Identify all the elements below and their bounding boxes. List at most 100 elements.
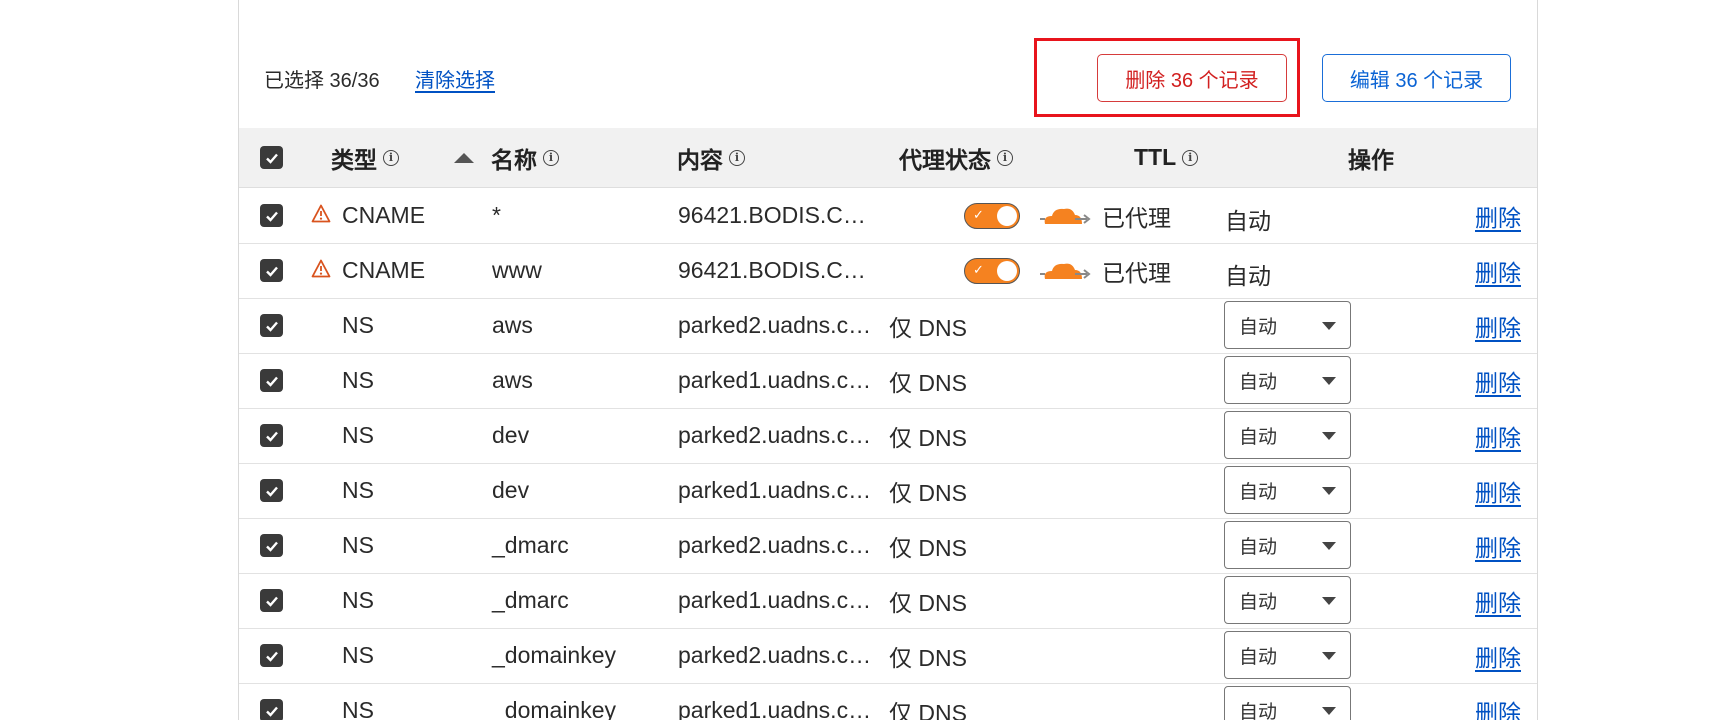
proxy-status: 仅 DNS — [889, 298, 967, 353]
ttl-value: 自动 — [1225, 246, 1271, 301]
info-icon: i — [543, 150, 559, 166]
proxy-toggle[interactable]: ✓ — [964, 203, 1020, 229]
ttl-select-value: 自动 — [1239, 642, 1277, 669]
col-action-header: 操作 — [1348, 128, 1394, 187]
row-checkbox[interactable] — [260, 369, 283, 392]
table-row: NSdevparked1.uadns.c…仅 DNS自动删除 — [239, 463, 1537, 519]
row-checkbox[interactable] — [260, 314, 283, 337]
row-checkbox[interactable] — [260, 259, 283, 282]
record-content: 96421.BODIS.C… — [678, 188, 866, 243]
col-content-label: 内容 — [677, 141, 723, 175]
row-delete-link[interactable]: 删除 — [1475, 243, 1521, 298]
proxy-status: 已代理 — [1102, 188, 1171, 243]
chevron-down-icon — [1322, 377, 1336, 385]
record-content: parked2.uadns.c… — [678, 628, 871, 683]
col-type-header[interactable]: 类型 i — [331, 128, 399, 187]
clear-selection-link[interactable]: 清除选择 — [415, 64, 495, 93]
ttl-select[interactable]: 自动 — [1224, 576, 1351, 624]
record-content: parked2.uadns.c… — [678, 408, 871, 463]
record-type: NS — [342, 518, 374, 573]
bulk-edit-button[interactable]: 编辑 36 个记录 — [1322, 54, 1511, 102]
col-action-label: 操作 — [1348, 141, 1394, 175]
chevron-down-icon — [1322, 707, 1336, 715]
record-name: www — [492, 243, 542, 298]
warning-icon[interactable] — [311, 204, 331, 228]
row-delete-link[interactable]: 删除 — [1475, 353, 1521, 408]
record-type: NS — [342, 353, 374, 408]
selection-count: 已选择 36/36 — [264, 64, 380, 93]
record-type: CNAME — [342, 188, 425, 243]
row-delete-link[interactable]: 删除 — [1475, 408, 1521, 463]
row-delete-link[interactable]: 删除 — [1475, 518, 1521, 573]
row-delete-link[interactable]: 删除 — [1475, 573, 1521, 628]
ttl-select-value: 自动 — [1239, 312, 1277, 339]
row-checkbox[interactable] — [260, 424, 283, 447]
record-content: parked1.uadns.c… — [678, 463, 871, 518]
row-checkbox[interactable] — [260, 589, 283, 612]
record-content: parked1.uadns.c… — [678, 353, 871, 408]
proxy-status: 仅 DNS — [889, 463, 967, 518]
row-checkbox[interactable] — [260, 534, 283, 557]
record-type: NS — [342, 573, 374, 628]
table-row: NS aws parked1.uadns.c… 仅 DNS 自动 删除 — [239, 353, 1537, 409]
proxy-toggle[interactable]: ✓ — [964, 258, 1020, 284]
proxy-status: 仅 DNS — [889, 353, 967, 408]
cloud-proxied-icon — [1039, 257, 1091, 288]
record-name: aws — [492, 353, 533, 408]
record-content: 96421.BODIS.C… — [678, 243, 866, 298]
col-proxy-label: 代理状态 — [899, 141, 991, 175]
chevron-down-icon — [1322, 597, 1336, 605]
record-name: aws — [492, 298, 533, 353]
proxy-status: 仅 DNS — [889, 573, 967, 628]
col-content-header: 内容 i — [677, 128, 745, 187]
proxy-status: 仅 DNS — [889, 683, 967, 720]
record-type: CNAME — [342, 243, 425, 298]
cloud-proxied-icon — [1039, 202, 1091, 233]
record-name: _dmarc — [492, 518, 569, 573]
info-icon: i — [997, 150, 1013, 166]
info-icon: i — [383, 150, 399, 166]
col-ttl-label: TTL — [1134, 144, 1176, 171]
row-checkbox[interactable] — [260, 204, 283, 227]
sort-ascending-icon[interactable] — [454, 153, 474, 163]
select-all-checkbox[interactable] — [260, 146, 283, 169]
row-delete-link[interactable]: 删除 — [1475, 628, 1521, 683]
record-content: parked1.uadns.c… — [678, 573, 871, 628]
ttl-select[interactable]: 自动 — [1224, 521, 1351, 569]
row-delete-link[interactable]: 删除 — [1475, 683, 1521, 720]
ttl-select[interactable]: 自动 — [1224, 466, 1351, 514]
ttl-select-value: 自动 — [1239, 422, 1277, 449]
bulk-delete-button[interactable]: 删除 36 个记录 — [1097, 54, 1287, 102]
row-checkbox[interactable] — [260, 644, 283, 667]
record-type: NS — [342, 463, 374, 518]
chevron-down-icon — [1322, 432, 1336, 440]
table-header: 类型 i 名称 i 内容 i 代理状态 i TTL i 操作 — [239, 128, 1537, 188]
proxy-status: 仅 DNS — [889, 408, 967, 463]
row-checkbox[interactable] — [260, 479, 283, 502]
info-icon: i — [729, 150, 745, 166]
table-row: CNAME*96421.BODIS.C…✓已代理自动删除 — [239, 188, 1537, 244]
chevron-down-icon — [1322, 652, 1336, 660]
record-name: _dmarc — [492, 573, 569, 628]
ttl-select[interactable]: 自动 — [1224, 301, 1351, 349]
row-delete-link[interactable]: 删除 — [1475, 188, 1521, 243]
record-content: parked2.uadns.c… — [678, 518, 871, 573]
row-delete-link[interactable]: 删除 — [1475, 463, 1521, 518]
ttl-select[interactable]: 自动 — [1224, 631, 1351, 679]
row-delete-link[interactable]: 删除 — [1475, 298, 1521, 353]
col-proxy-header: 代理状态 i — [899, 128, 1013, 187]
record-name: dev — [492, 408, 529, 463]
ttl-select-value: 自动 — [1239, 697, 1277, 720]
ttl-select[interactable]: 自动 — [1224, 686, 1351, 720]
ttl-select[interactable]: 自动 — [1224, 356, 1351, 404]
ttl-select-value: 自动 — [1239, 587, 1277, 614]
table-row: CNAMEwww96421.BODIS.C…✓已代理自动删除 — [239, 243, 1537, 299]
record-name: _domainkey — [492, 683, 616, 720]
ttl-select[interactable]: 自动 — [1224, 411, 1351, 459]
record-type: NS — [342, 408, 374, 463]
warning-icon[interactable] — [311, 259, 331, 283]
table-row: NSawsparked2.uadns.c…仅 DNS自动删除 — [239, 298, 1537, 354]
record-name: _domainkey — [492, 628, 616, 683]
table-row: NS dev parked2.uadns.c… 仅 DNS 自动 删除 — [239, 408, 1537, 464]
chevron-down-icon — [1322, 542, 1336, 550]
